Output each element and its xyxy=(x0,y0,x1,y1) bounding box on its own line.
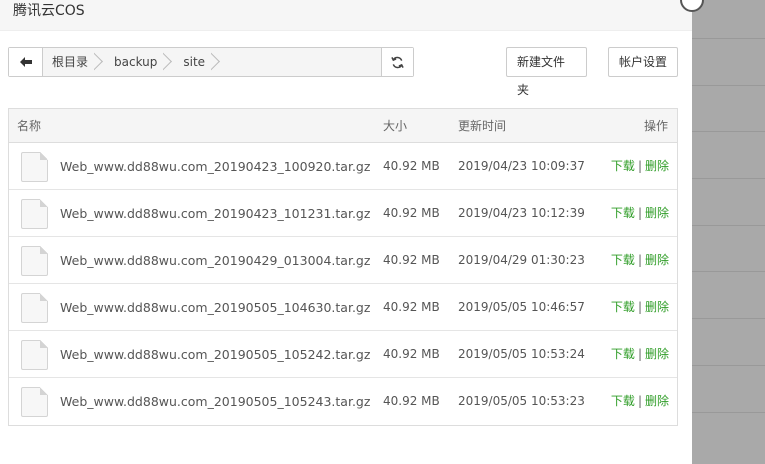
file-size: 40.92 MB xyxy=(383,206,440,220)
file-size: 40.92 MB xyxy=(383,300,440,314)
table-header: 名称 大小 更新时间 操作 xyxy=(9,109,677,143)
file-actions: 下载 | 删除 xyxy=(611,378,669,425)
new-folder-button[interactable]: 新建文件夹 xyxy=(506,47,587,97)
file-size: 40.92 MB xyxy=(383,159,440,173)
breadcrumb-label: 根目录 xyxy=(52,55,89,69)
file-icon xyxy=(21,246,48,276)
breadcrumb-separator xyxy=(94,48,104,76)
background-divider xyxy=(692,412,765,413)
file-name[interactable]: Web_www.dd88wu.com_20190429_013004.tar.g… xyxy=(60,237,370,284)
delete-link[interactable]: 删除 xyxy=(645,300,669,314)
arrow-left-icon xyxy=(19,57,32,67)
back-button[interactable] xyxy=(9,48,43,76)
delete-link[interactable]: 删除 xyxy=(645,206,669,220)
dialog-title: 腾讯云COS xyxy=(13,3,85,19)
background-divider xyxy=(692,318,765,319)
refresh-button[interactable] xyxy=(381,48,413,76)
file-actions: 下载 | 删除 xyxy=(611,143,669,190)
table-row[interactable]: Web_www.dd88wu.com_20190423_101231.tar.g… xyxy=(9,190,677,237)
breadcrumb-label: site xyxy=(183,55,206,69)
column-header-name[interactable]: 名称 xyxy=(17,109,41,143)
action-separator: | xyxy=(637,253,642,267)
breadcrumb-separator xyxy=(211,48,221,76)
table-row[interactable]: Web_www.dd88wu.com_20190429_013004.tar.g… xyxy=(9,237,677,284)
refresh-icon xyxy=(391,56,404,68)
column-header-time[interactable]: 更新时间 xyxy=(458,109,506,143)
download-link[interactable]: 下载 xyxy=(611,300,635,314)
table-row[interactable]: Web_www.dd88wu.com_20190505_104630.tar.g… xyxy=(9,284,677,331)
file-name[interactable]: Web_www.dd88wu.com_20190423_100920.tar.g… xyxy=(60,143,370,190)
background-divider xyxy=(692,178,765,179)
file-updated-time: 2019/05/05 10:53:24 xyxy=(458,347,585,361)
file-icon xyxy=(21,340,48,370)
file-icon xyxy=(21,387,48,417)
file-name[interactable]: Web_www.dd88wu.com_20190505_105243.tar.g… xyxy=(60,378,370,425)
file-size: 40.92 MB xyxy=(383,347,440,361)
file-actions: 下载 | 删除 xyxy=(611,331,669,378)
file-updated-time: 2019/04/23 10:09:37 xyxy=(458,159,585,173)
delete-link[interactable]: 删除 xyxy=(645,253,669,267)
file-name[interactable]: Web_www.dd88wu.com_20190505_104630.tar.g… xyxy=(60,284,370,331)
dialog-header: 腾讯云COS xyxy=(0,0,692,31)
delete-link[interactable]: 删除 xyxy=(645,394,669,408)
breadcrumb-label: backup xyxy=(114,55,158,69)
action-separator: | xyxy=(637,394,642,408)
download-link[interactable]: 下载 xyxy=(611,394,635,408)
file-icon xyxy=(21,293,48,323)
background-divider xyxy=(692,85,765,86)
action-separator: | xyxy=(637,206,642,220)
cos-dialog: 腾讯云COS 根目录 backup site 新建文件夹 帐户设置 名称 大小 … xyxy=(0,0,692,464)
background-divider xyxy=(692,38,765,39)
file-actions: 下载 | 删除 xyxy=(611,190,669,237)
table-row[interactable]: Web_www.dd88wu.com_20190505_105242.tar.g… xyxy=(9,331,677,378)
file-icon xyxy=(21,199,48,229)
table-row[interactable]: Web_www.dd88wu.com_20190423_100920.tar.g… xyxy=(9,143,677,190)
action-separator: | xyxy=(637,159,642,173)
background-divider xyxy=(692,271,765,272)
download-link[interactable]: 下载 xyxy=(611,253,635,267)
background-divider xyxy=(692,131,765,132)
action-separator: | xyxy=(637,300,642,314)
file-actions: 下载 | 删除 xyxy=(611,237,669,284)
background-divider xyxy=(692,225,765,226)
breadcrumb-item-site[interactable]: site xyxy=(173,48,221,76)
download-link[interactable]: 下载 xyxy=(611,347,635,361)
file-name[interactable]: Web_www.dd88wu.com_20190423_101231.tar.g… xyxy=(60,190,370,237)
column-header-size[interactable]: 大小 xyxy=(383,109,407,143)
account-settings-button[interactable]: 帐户设置 xyxy=(608,47,678,77)
file-updated-time: 2019/04/23 10:12:39 xyxy=(458,206,585,220)
download-link[interactable]: 下载 xyxy=(611,206,635,220)
breadcrumb-path-area[interactable] xyxy=(221,48,381,76)
background-page xyxy=(692,0,765,464)
file-table: 名称 大小 更新时间 操作 Web_www.dd88wu.com_2019042… xyxy=(8,108,678,426)
breadcrumb: 根目录 backup site xyxy=(8,47,414,77)
breadcrumb-item-root[interactable]: 根目录 xyxy=(43,48,104,76)
delete-link[interactable]: 删除 xyxy=(645,159,669,173)
table-row[interactable]: Web_www.dd88wu.com_20190505_105243.tar.g… xyxy=(9,378,677,425)
file-size: 40.92 MB xyxy=(383,253,440,267)
download-link[interactable]: 下载 xyxy=(611,159,635,173)
file-updated-time: 2019/05/05 10:53:23 xyxy=(458,394,585,408)
file-size: 40.92 MB xyxy=(383,394,440,408)
file-name[interactable]: Web_www.dd88wu.com_20190505_105242.tar.g… xyxy=(60,331,370,378)
file-updated-time: 2019/04/29 01:30:23 xyxy=(458,253,585,267)
background-divider xyxy=(692,365,765,366)
file-icon xyxy=(21,152,48,182)
file-actions: 下载 | 删除 xyxy=(611,284,669,331)
file-updated-time: 2019/05/05 10:46:57 xyxy=(458,300,585,314)
breadcrumb-item-backup[interactable]: backup xyxy=(104,48,173,76)
column-header-ops: 操作 xyxy=(643,119,668,133)
action-separator: | xyxy=(637,347,642,361)
breadcrumb-separator xyxy=(163,48,173,76)
toolbar: 根目录 backup site 新建文件夹 帐户设置 xyxy=(8,47,678,97)
delete-link[interactable]: 删除 xyxy=(645,347,669,361)
